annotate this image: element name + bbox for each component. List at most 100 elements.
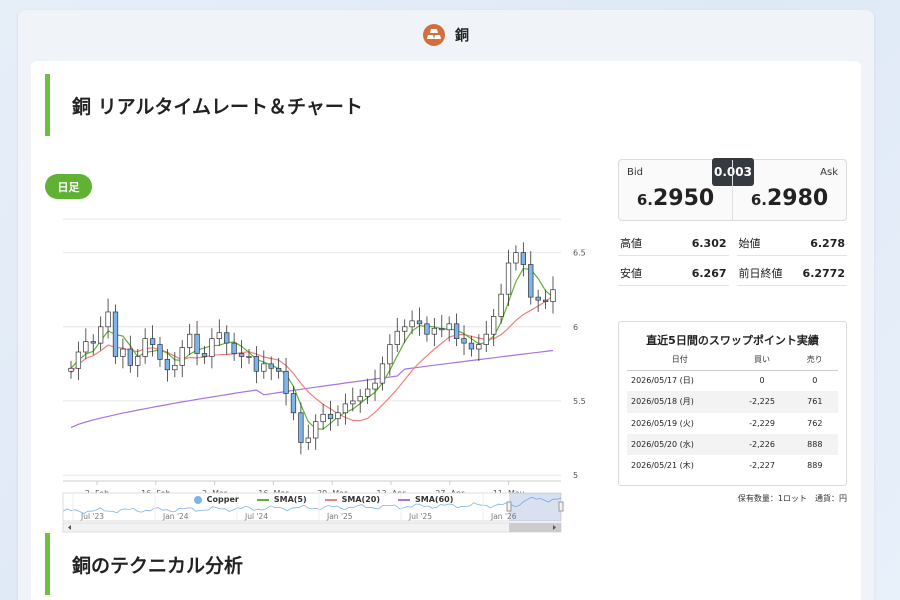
candle-body [105, 311, 111, 328]
price-stats: 高値 6.302 始値 6.278 安値 6.267 前日終値 6.2772 [618, 231, 847, 286]
candle-body [542, 299, 549, 302]
candle-body [246, 356, 252, 358]
stat-value: 6.278 [810, 236, 845, 250]
ask-value: 6.2980 [733, 186, 846, 211]
swap-buy: 0 [759, 376, 765, 386]
stat-label: 始値 [738, 237, 761, 250]
candle-body [491, 316, 497, 335]
swap-buy: -2,226 [732, 433, 792, 456]
legend-sma5[interactable]: SMA(5) [256, 495, 307, 504]
candle-body [224, 332, 230, 344]
swap-date: 2026/05/21 (木) [631, 461, 694, 471]
sma20-line [70, 295, 554, 422]
candle-body [179, 347, 185, 366]
legend-copper[interactable]: Copper [193, 495, 239, 504]
candle-body [453, 323, 460, 340]
bid-dec: 2950 [652, 186, 715, 211]
navigator-tick-label: Jan '24 [162, 512, 189, 521]
stat-label: 安値 [620, 267, 642, 280]
swap-sell: 888 [791, 433, 838, 456]
table-row: 2026/05/19 (火) -2,229 762 [627, 413, 838, 434]
candle-body [120, 348, 126, 357]
candle-body [483, 333, 489, 345]
legend-sma20[interactable]: SMA(20) [324, 495, 380, 504]
swap-sell: 762 [807, 418, 823, 428]
navigator-tick-label: Jul '24 [244, 512, 268, 521]
candle-body [520, 252, 526, 265]
candle-body [327, 413, 334, 420]
ask-label: Ask [820, 167, 838, 178]
candle-body [313, 421, 319, 439]
chart-legend: Copper SMA(5) SMA(20) SMA(60) [51, 495, 596, 504]
y-tick-label: 6 [573, 323, 578, 332]
candle-body [498, 293, 504, 317]
candle-body [216, 332, 222, 340]
candle-body [112, 311, 119, 357]
stat-value: 6.267 [691, 266, 727, 280]
stat-label: 前日終値 [738, 267, 783, 280]
candle-body [372, 382, 378, 390]
swap-sell: 0 [812, 376, 818, 386]
candle-body [268, 363, 274, 369]
candle-body [379, 363, 386, 384]
candle-body [416, 320, 423, 325]
section-heading-text: 銅のテクニカル分析 [72, 554, 244, 577]
stat-value: 6.2772 [802, 266, 845, 280]
candle-body [298, 412, 304, 443]
candle-body [364, 388, 371, 397]
swap-points-box: 直近5日間のスワップポイント実績 日付 買い 売り 2026/05/17 (日)… [618, 321, 847, 486]
swap-date: 2026/05/19 (火) [631, 418, 694, 428]
price-chart[interactable]: 6.565.552. Feb16. Feb2. Mar16. Mar30. Ma… [51, 211, 596, 541]
scrollbar-track [62, 522, 562, 533]
swap-note: 保有数量：1ロット 通貨：円 [737, 494, 847, 503]
candle-body [172, 364, 178, 371]
legend-label: SMA(60) [415, 495, 454, 504]
candle-body [275, 367, 282, 372]
candle-body [468, 342, 475, 350]
ask-cell: Ask 6.2980 [732, 160, 846, 220]
candle-body [98, 326, 104, 344]
stat-open: 始値 6.278 [736, 231, 847, 256]
page-frame: 銅 銅 リアルタイムレート＆チャート 日足 6.565.552. Feb16. … [18, 10, 874, 600]
legend-label: Copper [206, 495, 239, 504]
candle-body [402, 326, 408, 332]
swap-header-buy: 買い [732, 350, 792, 371]
y-tick-label: 5 [573, 471, 578, 480]
stat-high: 高値 6.302 [618, 231, 729, 256]
candle-body [505, 262, 512, 295]
swap-date: 2026/05/18 (月) [627, 391, 733, 413]
legend-line [256, 498, 269, 501]
swap-title: 直近5日間のスワップポイント実績 [646, 334, 819, 347]
section-heading-chart: 銅 リアルタイムレート＆チャート [45, 74, 363, 136]
top-bar: 銅 [18, 10, 874, 60]
candle-body [201, 353, 208, 357]
legend-line [324, 498, 337, 501]
section-heading-text: 銅 リアルタイムレート＆チャート [72, 95, 363, 118]
y-tick-label: 6.5 [573, 249, 586, 258]
candle-body [550, 289, 556, 302]
candle-body [127, 348, 133, 366]
navigator-tick-label: Jul '25 [408, 512, 432, 521]
timeframe-button[interactable]: 日足 [45, 174, 92, 199]
candle-body [394, 330, 400, 345]
candle-body [305, 437, 311, 443]
candle-body [528, 264, 534, 298]
swap-header-row: 日付 買い 売り [627, 350, 838, 371]
candle-body [431, 327, 438, 335]
candle-body [68, 367, 74, 372]
page-title: 銅 [455, 28, 469, 44]
bid-cell: Bid 6.2950 0.003 [619, 158, 754, 220]
swap-header-sell: 売り [791, 350, 838, 371]
candle-body [283, 370, 289, 394]
ask-dec: 2980 [766, 186, 829, 211]
table-row: 2026/05/21 (木) -2,227 889 [627, 455, 838, 476]
chart-svg[interactable]: 6.565.552. Feb16. Feb2. Mar16. Mar30. Ma… [51, 211, 596, 541]
candle-body [320, 413, 326, 423]
stat-row: 安値 6.267 前日終値 6.2772 [618, 261, 847, 286]
candle-body [476, 344, 482, 350]
candle-body [461, 338, 467, 344]
legend-sma60[interactable]: SMA(60) [398, 495, 453, 504]
swap-table: 日付 買い 売り 2026/05/17 (日) 0 0 2026/05/18 (月)… [627, 350, 838, 476]
candle-body [357, 396, 363, 402]
candle-body [261, 363, 267, 372]
